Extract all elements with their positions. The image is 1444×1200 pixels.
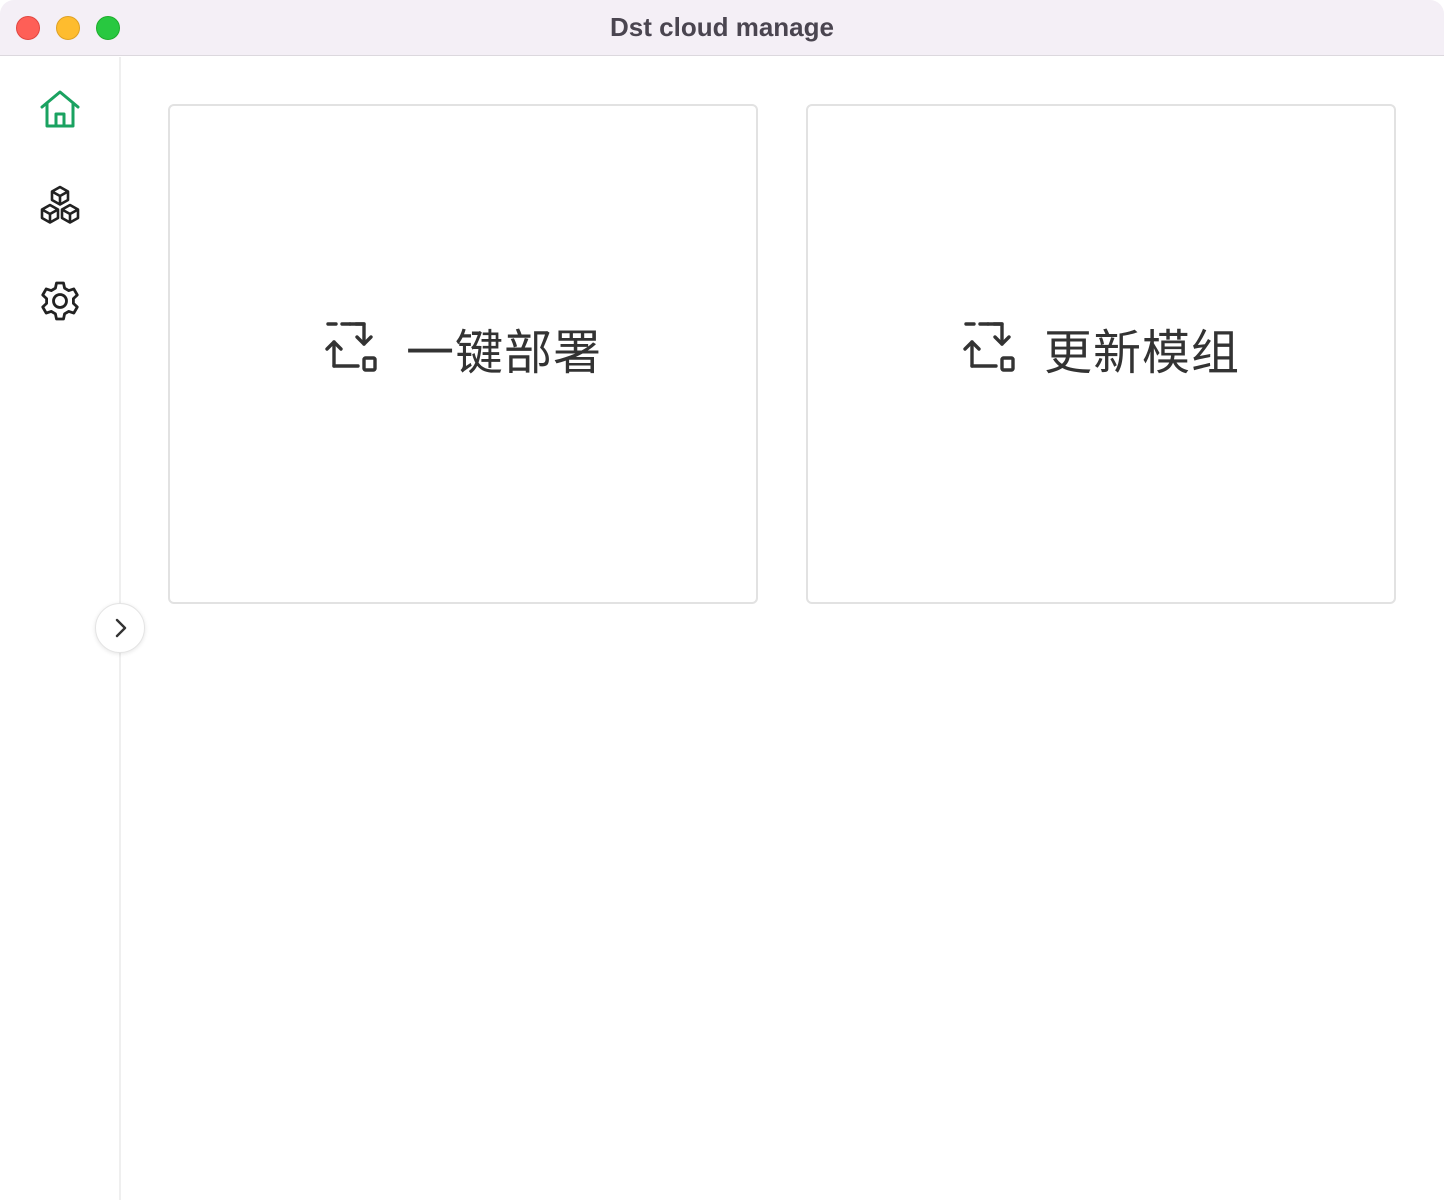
sidebar-item-settings[interactable] (30, 271, 90, 331)
deploy-card[interactable]: 一键部署 (168, 104, 758, 604)
app-window: Dst cloud manage 一键部署 更新模组 (0, 0, 1444, 1200)
sidebar-item-home[interactable] (30, 79, 90, 139)
sidebar-toggle-button[interactable] (95, 603, 145, 653)
cubes-icon (40, 185, 80, 224)
window-title: Dst cloud manage (610, 12, 834, 42)
transfer-icon (325, 322, 377, 372)
update-mods-card[interactable]: 更新模组 (806, 104, 1396, 604)
gear-icon (41, 281, 79, 321)
transfer-icon (963, 322, 1015, 372)
deploy-card-label: 一键部署 (405, 325, 602, 381)
title-bar[interactable]: Dst cloud manage (0, 0, 1444, 56)
chevron-right-icon (115, 618, 127, 638)
sidebar-item-mods[interactable] (30, 175, 90, 235)
home-icon (40, 90, 80, 128)
update-mods-card-label: 更新模组 (1043, 325, 1240, 381)
